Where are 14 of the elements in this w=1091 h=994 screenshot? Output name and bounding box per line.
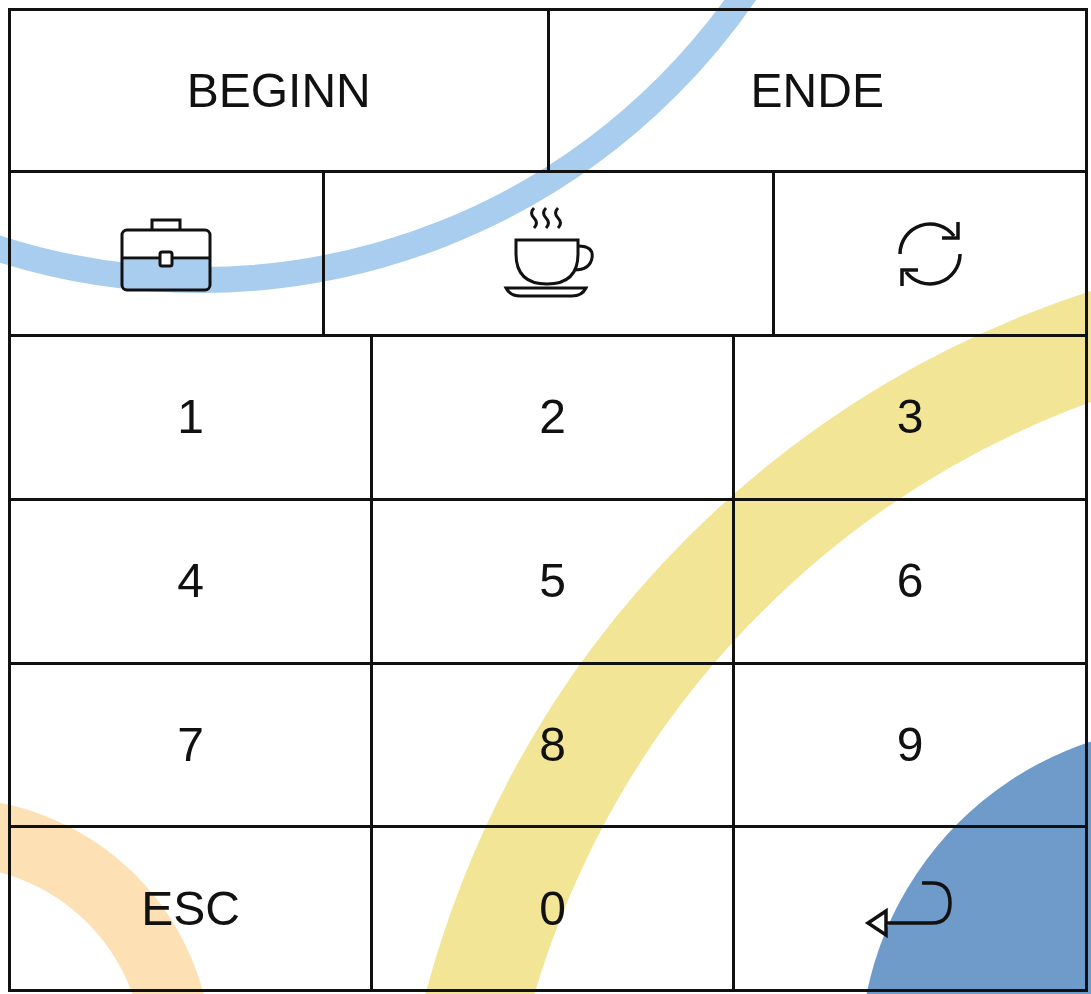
keypad-key[interactable]: ESC [11,825,370,989]
keypad-key[interactable]: 9 [732,661,1085,826]
keypad-key[interactable]: 0 [370,825,732,989]
keypad-key[interactable]: 8 [370,661,732,826]
enter-key[interactable] [732,825,1085,989]
time-button[interactable]: BEGINN [11,11,547,170]
keypad-key[interactable]: 3 [732,337,1085,498]
keypad-key[interactable]: 5 [370,497,732,662]
time-button[interactable]: ENDE [546,11,1085,170]
keypad-key[interactable]: 1 [11,337,370,498]
keypad-key[interactable]: 4 [11,497,370,662]
keypad-key[interactable]: 6 [732,497,1085,662]
keypad-key[interactable]: 2 [370,337,732,498]
keypad-key[interactable]: 7 [11,661,370,826]
